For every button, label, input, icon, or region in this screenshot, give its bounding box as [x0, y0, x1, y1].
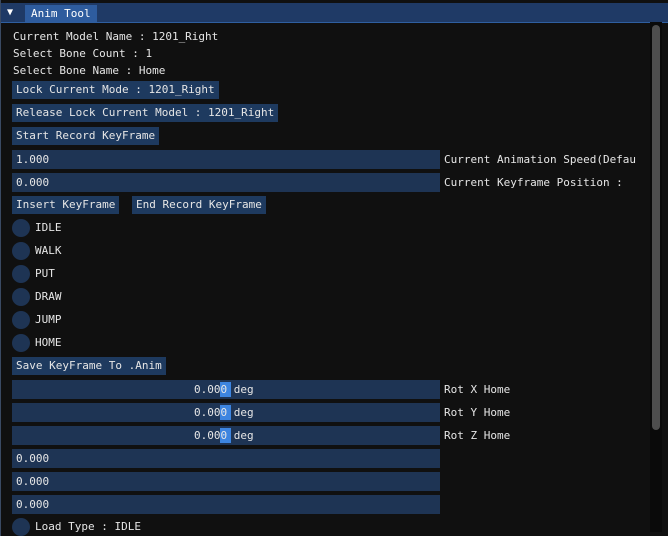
- radio-label: PUT: [35, 267, 55, 280]
- radio-label: JUMP: [35, 313, 62, 326]
- load-type-label: Load Type : IDLE: [35, 520, 141, 533]
- radio-circle-icon[interactable]: [12, 311, 30, 329]
- save-keyframe-button[interactable]: Save KeyFrame To .Anim: [12, 357, 166, 375]
- radio-label: IDLE: [35, 221, 62, 234]
- select-bone-name: Select Bone Name : Home: [13, 64, 166, 77]
- animation-speed-label: Current Animation Speed(Defau: [444, 153, 637, 166]
- radio-circle-icon[interactable]: [12, 219, 30, 237]
- rot-z-label: Rot Z Home: [444, 429, 511, 442]
- radio-label: WALK: [35, 244, 62, 257]
- collapse-arrow-icon[interactable]: ▼: [7, 6, 19, 19]
- lock-current-mode-button[interactable]: Lock Current Mode : 1201_Right: [12, 81, 219, 99]
- anim-tool-window: ▼ Anim Tool Current Model Name : 1201_Ri…: [0, 0, 668, 536]
- radio-circle-icon[interactable]: [12, 242, 30, 260]
- rot-z-value: 0.000 deg: [194, 429, 254, 442]
- rot-y-value: 0.000 deg: [194, 406, 254, 419]
- insert-keyframe-button[interactable]: Insert KeyFrame: [12, 196, 120, 214]
- value-input-3[interactable]: 0.000: [12, 495, 440, 514]
- rot-x-slider[interactable]: 0.000 deg: [12, 380, 440, 399]
- current-model-name: Current Model Name : 1201_Right: [13, 30, 219, 43]
- radio-circle-icon[interactable]: [12, 334, 30, 352]
- vertical-scrollbar[interactable]: [650, 22, 662, 532]
- title-bar[interactable]: ▼ Anim Tool: [1, 3, 668, 23]
- start-record-keyframe-button[interactable]: Start Record KeyFrame: [12, 127, 160, 145]
- release-lock-button[interactable]: Release Lock Current Model : 1201_Right: [12, 104, 279, 122]
- radio-circle-icon[interactable]: [12, 288, 30, 306]
- rot-x-value: 0.000 deg: [194, 383, 254, 396]
- radio-circle-icon[interactable]: [12, 265, 30, 283]
- radio-circle-icon[interactable]: [12, 518, 30, 536]
- animation-speed-input[interactable]: 1.000: [12, 150, 440, 169]
- radio-label: HOME: [35, 336, 62, 349]
- window-content: Current Model Name : 1201_Right Select B…: [1, 22, 668, 536]
- keyframe-position-input[interactable]: 0.000: [12, 173, 440, 192]
- rot-x-label: Rot X Home: [444, 383, 511, 396]
- end-record-keyframe-button[interactable]: End Record KeyFrame: [132, 196, 266, 214]
- keyframe-position-label: Current Keyframe Position :: [444, 176, 623, 189]
- rot-y-slider[interactable]: 0.000 deg: [12, 403, 440, 422]
- radio-label: DRAW: [35, 290, 62, 303]
- window-title[interactable]: Anim Tool: [25, 5, 97, 22]
- value-input-1[interactable]: 0.000: [12, 449, 440, 468]
- value-input-2[interactable]: 0.000: [12, 472, 440, 491]
- rot-y-label: Rot Y Home: [444, 406, 511, 419]
- rot-z-slider[interactable]: 0.000 deg: [12, 426, 440, 445]
- select-bone-count: Select Bone Count : 1: [13, 47, 153, 60]
- scrollbar-thumb[interactable]: [652, 25, 660, 430]
